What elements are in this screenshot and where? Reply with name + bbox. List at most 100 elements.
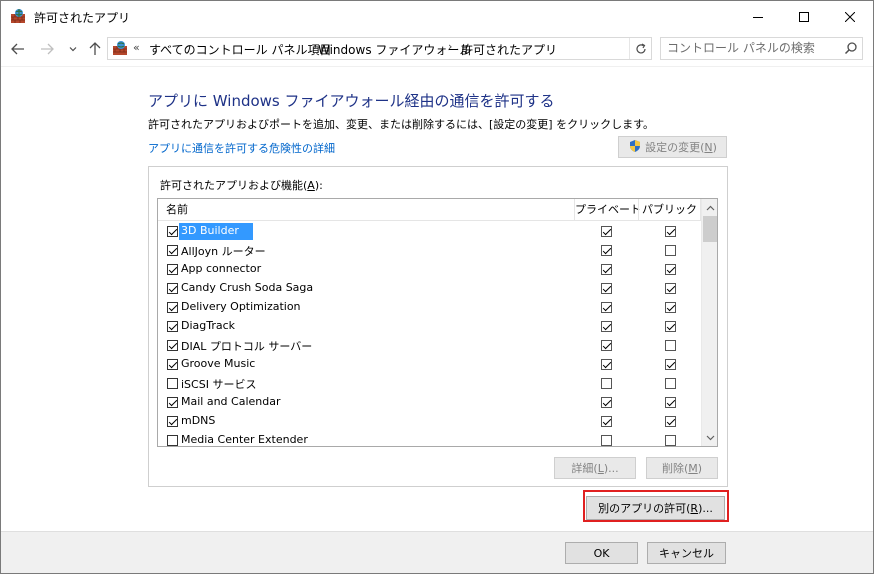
scroll-up-button[interactable] <box>702 199 717 216</box>
table-row[interactable]: 3D Builder <box>158 222 701 241</box>
table-row[interactable]: Media Center Extender <box>158 431 701 446</box>
public-network-checkbox[interactable] <box>665 321 676 332</box>
column-header-private[interactable]: プライベート <box>574 199 641 221</box>
breadcrumb-overflow[interactable]: « <box>133 41 140 54</box>
divider <box>1 66 873 67</box>
app-name: Groove Music <box>181 357 256 370</box>
column-header-public[interactable]: パブリック <box>638 199 701 221</box>
private-network-checkbox[interactable] <box>601 283 612 294</box>
list-header: 名前 プライベート パブリック <box>158 199 701 221</box>
app-name: Delivery Optimization <box>181 300 301 313</box>
change-settings-button[interactable]: 設定の変更(N) <box>618 136 727 158</box>
page-title: アプリに Windows ファイアウォール経由の通信を許可する <box>148 92 555 110</box>
app-enabled-checkbox[interactable] <box>167 435 178 446</box>
cancel-button[interactable]: キャンセル <box>647 542 726 564</box>
public-network-checkbox[interactable] <box>665 359 676 370</box>
table-row[interactable]: mDNS <box>158 412 701 431</box>
public-network-checkbox[interactable] <box>665 302 676 313</box>
private-network-checkbox[interactable] <box>601 302 612 313</box>
app-name: AllJoyn ルーター <box>181 245 266 258</box>
allowed-apps-list[interactable]: 名前 プライベート パブリック 3D Builder AllJoyn ルーター Ap… <box>157 198 718 447</box>
app-enabled-checkbox[interactable] <box>167 226 178 237</box>
app-name: DiagTrack <box>181 319 236 332</box>
private-network-checkbox[interactable] <box>601 378 612 389</box>
public-network-checkbox[interactable] <box>665 416 676 427</box>
table-row[interactable]: Candy Crush Soda Saga <box>158 279 701 298</box>
scroll-down-button[interactable] <box>702 429 717 446</box>
risk-details-link[interactable]: アプリに通信を許可する危険性の詳細 <box>148 140 335 156</box>
app-enabled-checkbox[interactable] <box>167 416 178 427</box>
arrow-left-icon <box>11 43 24 55</box>
minimize-button[interactable] <box>735 1 781 32</box>
list-rows: 3D Builder AllJoyn ルーター App connector Candy… <box>158 222 701 446</box>
private-network-checkbox[interactable] <box>601 397 612 408</box>
search-icon[interactable] <box>844 41 858 58</box>
close-button[interactable] <box>827 1 873 32</box>
app-enabled-checkbox[interactable] <box>167 378 178 389</box>
private-network-checkbox[interactable] <box>601 416 612 427</box>
app-enabled-checkbox[interactable] <box>167 359 178 370</box>
remove-button[interactable]: 削除(M) <box>646 457 718 479</box>
allow-another-app-button[interactable]: 別のアプリの許可(R)... <box>586 496 725 520</box>
app-enabled-checkbox[interactable] <box>167 264 178 275</box>
public-network-checkbox[interactable] <box>665 264 676 275</box>
app-name: iSCSI サービス <box>181 378 257 391</box>
refresh-button[interactable] <box>629 38 651 59</box>
table-row[interactable]: AllJoyn ルーター <box>158 241 701 260</box>
app-enabled-checkbox[interactable] <box>167 302 178 313</box>
search-box[interactable] <box>660 37 863 60</box>
public-network-checkbox[interactable] <box>665 283 676 294</box>
back-button[interactable] <box>8 39 28 59</box>
allowed-apps-group: 許可されたアプリおよび機能(A): 名前 プライベート パブリック 3D Bui… <box>148 166 728 487</box>
address-bar[interactable]: « すべてのコントロール パネル項目 › Windows ファイアウォール › … <box>107 37 652 60</box>
public-network-checkbox[interactable] <box>665 378 676 389</box>
scroll-thumb[interactable] <box>703 216 717 242</box>
up-button[interactable] <box>85 39 105 59</box>
vertical-scrollbar[interactable] <box>701 199 717 446</box>
public-network-checkbox[interactable] <box>665 226 676 237</box>
app-enabled-checkbox[interactable] <box>167 283 178 294</box>
public-network-checkbox[interactable] <box>665 340 676 351</box>
arrow-right-icon <box>41 43 54 55</box>
search-input[interactable] <box>667 41 837 55</box>
app-enabled-checkbox[interactable] <box>167 321 178 332</box>
private-network-checkbox[interactable] <box>601 245 612 256</box>
table-row[interactable]: Mail and Calendar <box>158 393 701 412</box>
app-enabled-checkbox[interactable] <box>167 340 178 351</box>
maximize-button[interactable] <box>781 1 827 32</box>
app-enabled-checkbox[interactable] <box>167 245 178 256</box>
private-network-checkbox[interactable] <box>601 340 612 351</box>
breadcrumb-all-control-panel[interactable]: すべてのコントロール パネル項目 <box>149 41 332 58</box>
private-network-checkbox[interactable] <box>601 264 612 275</box>
table-row[interactable]: DIAL プロトコル サーバー <box>158 336 701 355</box>
title-bar[interactable]: 許可されたアプリ <box>1 1 873 32</box>
column-header-name[interactable]: 名前 <box>166 199 188 221</box>
public-network-checkbox[interactable] <box>665 435 676 446</box>
window-title: 許可されたアプリ <box>34 11 131 25</box>
private-network-checkbox[interactable] <box>601 435 612 446</box>
uac-shield-icon <box>628 139 642 156</box>
private-network-checkbox[interactable] <box>601 321 612 332</box>
table-row[interactable]: App connector <box>158 260 701 279</box>
breadcrumb-separator-icon[interactable]: › <box>313 40 317 53</box>
private-network-checkbox[interactable] <box>601 226 612 237</box>
public-network-checkbox[interactable] <box>665 245 676 256</box>
change-settings-label: 設定の変更(N) <box>645 141 717 154</box>
page-description: 許可されたアプリおよびポートを追加、変更、または削除するには、[設定の変更] を… <box>148 118 654 131</box>
table-row[interactable]: Delivery Optimization <box>158 298 701 317</box>
refresh-icon <box>635 42 646 53</box>
private-network-checkbox[interactable] <box>601 359 612 370</box>
forward-button[interactable] <box>37 39 57 59</box>
allowed-apps-window: 許可されたアプリ « すべてのコントロール パネル項目 › Windows ファ… <box>0 0 874 574</box>
table-row[interactable]: iSCSI サービス <box>158 374 701 393</box>
recent-locations-button[interactable] <box>63 39 83 59</box>
breadcrumb-separator-icon[interactable]: › <box>448 40 452 53</box>
ok-button[interactable]: OK <box>565 542 638 564</box>
details-button[interactable]: 詳細(L)... <box>554 457 636 479</box>
control-panel-icon <box>112 40 128 56</box>
table-row[interactable]: Groove Music <box>158 355 701 374</box>
app-enabled-checkbox[interactable] <box>167 397 178 408</box>
breadcrumb-allowed-apps[interactable]: 許可されたアプリ <box>461 41 557 58</box>
public-network-checkbox[interactable] <box>665 397 676 408</box>
table-row[interactable]: DiagTrack <box>158 317 701 336</box>
